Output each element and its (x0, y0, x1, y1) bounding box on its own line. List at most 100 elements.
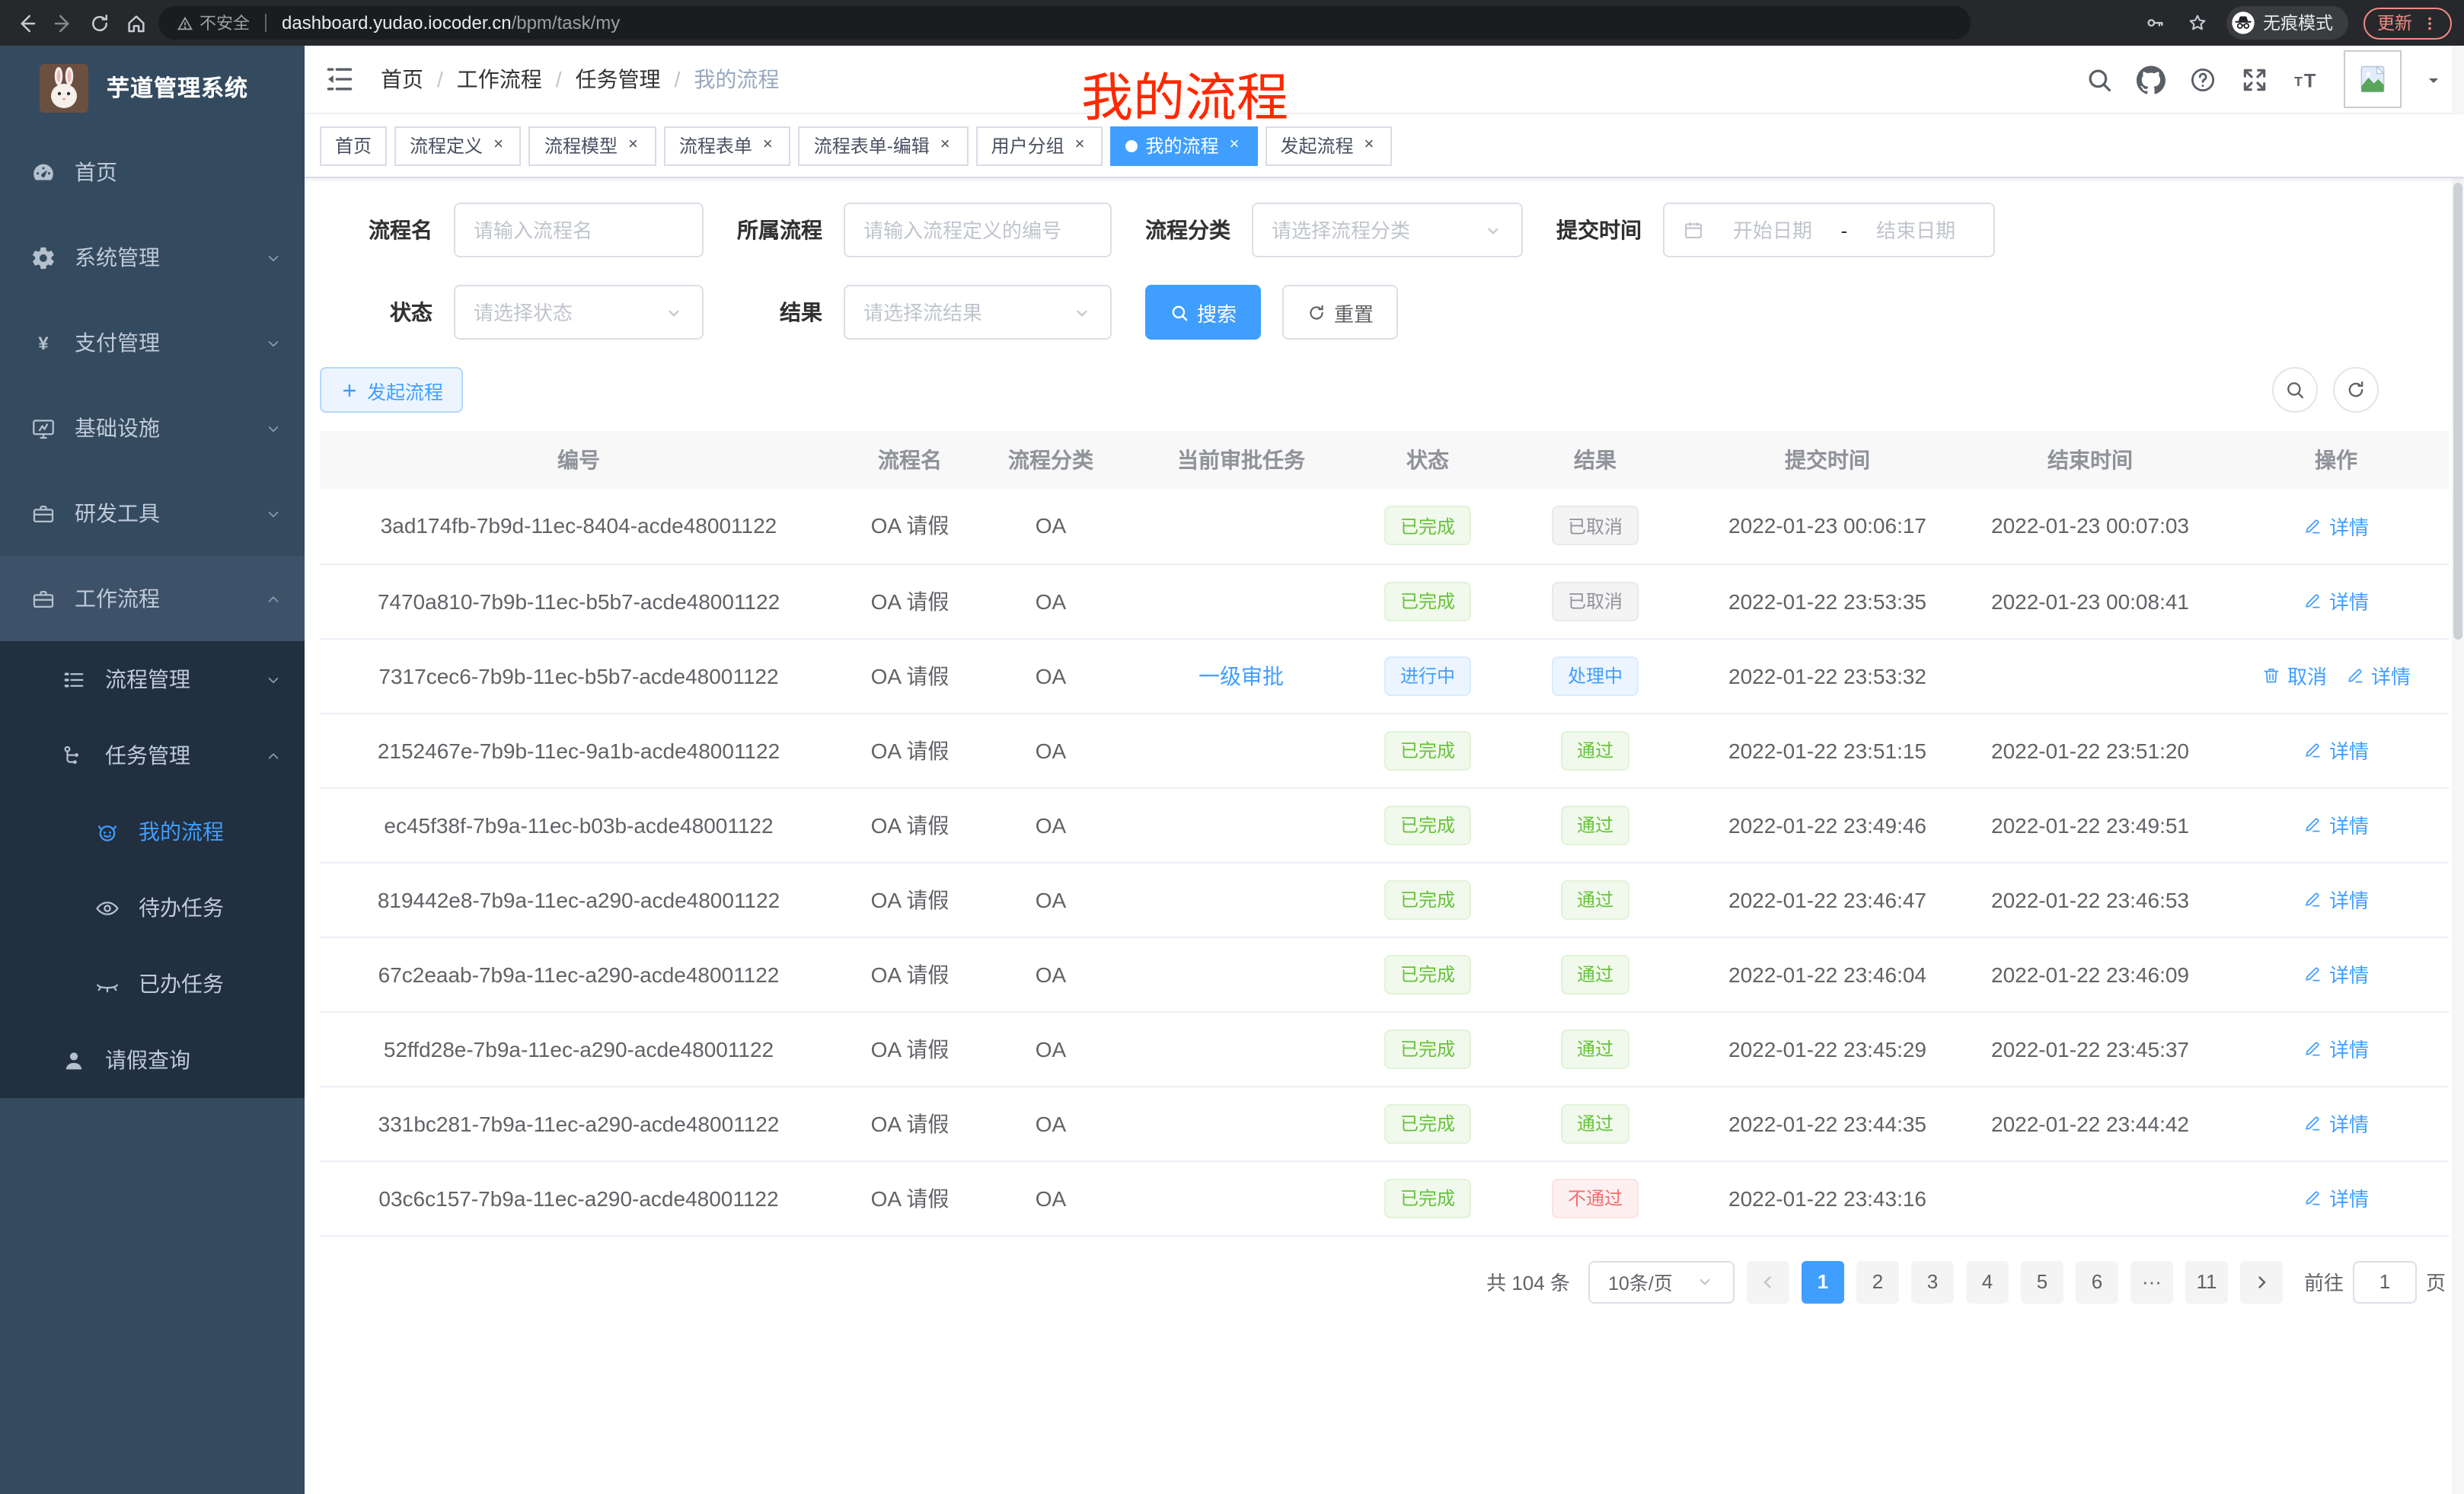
detail-link[interactable]: 详情 (2303, 1034, 2369, 1063)
process-category-select[interactable] (1272, 219, 1477, 241)
tab-process-form[interactable]: 流程表单× (664, 126, 791, 165)
tab-form-edit[interactable]: 流程表单-编辑× (799, 126, 969, 165)
fullscreen-icon[interactable] (2240, 65, 2269, 94)
sidebar-item-payment[interactable]: ¥支付管理 (0, 300, 305, 385)
sidebar-item-home[interactable]: 首页 (0, 129, 305, 215)
prev-page-button[interactable] (1747, 1260, 1789, 1303)
page-button-2[interactable]: 2 (1856, 1260, 1899, 1303)
breadcrumb-item[interactable]: 首页 (381, 64, 423, 94)
sidebar-item-infra[interactable]: 基础设施 (0, 385, 305, 471)
sidebar-item-system[interactable]: 系统管理 (0, 215, 305, 300)
search-button[interactable]: 搜索 (1145, 285, 1261, 340)
detail-link[interactable]: 详情 (2303, 810, 2369, 839)
process-name-input[interactable] (474, 219, 684, 241)
help-icon[interactable] (2188, 65, 2217, 94)
sidebar-item-process-mgmt[interactable]: 流程管理 (0, 641, 305, 717)
search-icon (1170, 302, 1189, 322)
detail-link[interactable]: 详情 (2303, 586, 2369, 615)
tab-process-model[interactable]: 流程模型× (529, 126, 656, 165)
bookmark-star-icon[interactable] (2184, 9, 2211, 37)
tab-my-process[interactable]: 我的流程× (1111, 126, 1258, 165)
status-select[interactable] (474, 301, 658, 324)
cancel-link[interactable]: 取消 (2261, 661, 2327, 690)
sidebar-item-label: 工作流程 (75, 583, 160, 614)
app-logo[interactable]: 芋道管理系统 (0, 46, 305, 129)
breadcrumb: 首页/工作流程/任务管理/我的流程 (381, 64, 779, 94)
detail-link[interactable]: 详情 (2345, 661, 2411, 690)
sidebar-item-task-mgmt[interactable]: 任务管理 (0, 717, 305, 793)
page-ellipsis[interactable]: ··· (2130, 1260, 2173, 1303)
tab-close-icon[interactable]: × (625, 136, 641, 155)
end-date-input[interactable] (1856, 219, 1975, 241)
tab-close-icon[interactable]: × (1072, 136, 1088, 155)
tab-home[interactable]: 首页 (320, 126, 387, 165)
cell-current-task (1119, 937, 1363, 1011)
page-button-1[interactable]: 1 (1802, 1260, 1844, 1303)
cell-process-category: OA (982, 787, 1119, 862)
address-bar[interactable]: 不安全 dashboard.yudao.iocoder.cn/bpm/task/… (158, 6, 1971, 40)
detail-link[interactable]: 详情 (2303, 512, 2369, 541)
detail-link[interactable]: 详情 (2303, 736, 2369, 765)
tab-start-process[interactable]: 发起流程× (1265, 126, 1392, 165)
page-button-11[interactable]: 11 (2185, 1260, 2228, 1303)
browser-reload-icon[interactable] (85, 9, 113, 37)
avatar-dropdown-caret-icon[interactable] (2424, 70, 2443, 88)
page-button-6[interactable]: 6 (2076, 1260, 2118, 1303)
current-task-link[interactable]: 一级审批 (1198, 663, 1284, 688)
sidebar-item-leave-query[interactable]: 请假查询 (0, 1022, 305, 1098)
tab-close-icon[interactable]: × (1361, 136, 1377, 155)
tab-user-group[interactable]: 用户分组× (976, 126, 1103, 165)
cell-process-category: OA (982, 713, 1119, 787)
detail-link[interactable]: 详情 (2303, 1183, 2369, 1212)
page-button-4[interactable]: 4 (1966, 1260, 2009, 1303)
breadcrumb-item[interactable]: 工作流程 (457, 64, 542, 94)
sidebar-item-my-process[interactable]: 我的流程 (0, 793, 305, 870)
tab-close-icon[interactable]: × (760, 136, 776, 155)
start-date-input[interactable] (1713, 219, 1832, 241)
not-secure-badge[interactable]: 不安全 (177, 11, 250, 35)
github-icon[interactable] (2137, 65, 2166, 94)
sidebar-fold-icon[interactable] (323, 62, 356, 96)
tab-close-icon[interactable]: × (490, 136, 506, 155)
page-button-5[interactable]: 5 (2021, 1260, 2063, 1303)
page-button-3[interactable]: 3 (1911, 1260, 1954, 1303)
browser-update-button[interactable]: 更新 (2363, 7, 2452, 39)
date-range-picker[interactable]: - (1663, 203, 1995, 257)
browser-back-icon[interactable] (12, 9, 40, 37)
page-scrollbar[interactable] (2452, 46, 2464, 1494)
tab-close-icon[interactable]: × (937, 136, 953, 155)
page-number-list: 123456 ··· 11 (1802, 1260, 2228, 1303)
breadcrumb-item[interactable]: 任务管理 (576, 64, 661, 94)
font-size-icon[interactable]: TT (2292, 65, 2321, 94)
result-select[interactable] (863, 301, 1066, 324)
password-key-icon[interactable] (2141, 9, 2169, 37)
sidebar-item-todo-task[interactable]: 待办任务 (0, 870, 305, 946)
reset-button[interactable]: 重置 (1282, 285, 1398, 340)
status-tag: 已完成 (1385, 879, 1470, 919)
browser-forward-icon[interactable] (49, 9, 76, 37)
jump-page-input[interactable] (2360, 1270, 2409, 1293)
detail-link[interactable]: 详情 (2303, 959, 2369, 988)
detail-link[interactable]: 详情 (2303, 885, 2369, 914)
cell-operations: 详情 (2223, 862, 2449, 937)
browser-home-icon[interactable] (122, 9, 149, 37)
tab-close-icon[interactable]: × (1227, 136, 1243, 155)
sidebar-item-workflow[interactable]: 工作流程 (0, 556, 305, 641)
tab-process-def[interactable]: 流程定义× (394, 126, 522, 165)
process-definition-input[interactable] (863, 219, 1092, 241)
show-search-button[interactable] (2272, 367, 2318, 413)
page-size-select[interactable] (1588, 1260, 1735, 1303)
column-header: 提交时间 (1698, 431, 1957, 489)
op-label: 详情 (2329, 586, 2369, 615)
scrollbar-thumb[interactable] (2453, 183, 2462, 640)
next-page-button[interactable] (2240, 1260, 2283, 1303)
refresh-table-button[interactable] (2333, 367, 2379, 413)
avatar[interactable] (2344, 50, 2402, 108)
sidebar-item-done-task[interactable]: 已办任务 (0, 946, 305, 1022)
create-process-button[interactable]: 发起流程 (320, 367, 463, 413)
breadcrumb-separator: / (437, 67, 443, 91)
search-icon[interactable] (2085, 65, 2114, 94)
sidebar-item-devtools[interactable]: 研发工具 (0, 471, 305, 556)
cell-end-time: 2022-01-23 00:07:03 (1957, 489, 2223, 563)
detail-link[interactable]: 详情 (2303, 1109, 2369, 1138)
